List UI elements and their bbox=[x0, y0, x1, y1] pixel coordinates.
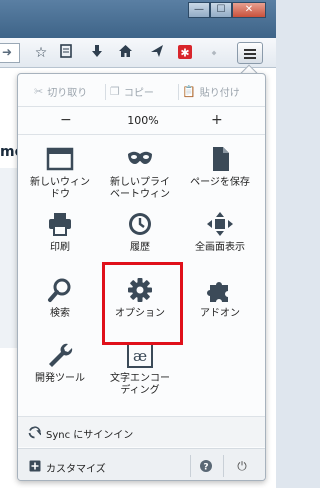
share-icon[interactable] bbox=[148, 44, 166, 62]
zoom-in-button[interactable]: + bbox=[211, 112, 223, 128]
cut-button[interactable]: ✂ 切り取り bbox=[34, 84, 87, 99]
text-encoding-label-2: ディング bbox=[120, 385, 160, 396]
copy-button[interactable]: ❐ コピー bbox=[110, 84, 154, 99]
addon-red-icon[interactable]: ✱ bbox=[176, 44, 194, 62]
menu-new-window[interactable]: 新しいウィン ドウ bbox=[22, 146, 98, 201]
svg-text:æ: æ bbox=[133, 347, 147, 365]
window-controls: — ☐ ✕ bbox=[188, 2, 266, 18]
maximize-button[interactable]: ☐ bbox=[210, 2, 232, 18]
menu-footer: カスタマイズ ? ⏻ bbox=[18, 448, 265, 480]
minimize-button[interactable]: — bbox=[188, 2, 210, 18]
save-page-icon bbox=[213, 147, 229, 171]
text-encoding-label-1: 文字エンコー bbox=[110, 373, 170, 384]
sync-label: Sync にサインイン bbox=[46, 430, 134, 441]
menu-find[interactable]: 検索 bbox=[22, 277, 98, 320]
customize-button[interactable]: カスタマイズ bbox=[18, 449, 168, 480]
copy-icon: ❐ bbox=[110, 85, 120, 98]
clipboard-icon: 📋 bbox=[182, 85, 196, 98]
reading-list-icon[interactable] bbox=[57, 44, 75, 62]
svg-text:?: ? bbox=[203, 463, 208, 473]
copy-label: コピー bbox=[123, 88, 154, 99]
menu-developer[interactable]: 開発ツール bbox=[22, 342, 98, 385]
footer-divider bbox=[223, 455, 224, 477]
menu-history[interactable]: 履歴 bbox=[102, 211, 178, 254]
customize-label: カスタマイズ bbox=[46, 464, 106, 475]
footer-divider bbox=[190, 455, 191, 477]
zoom-controls: − 100% + bbox=[18, 110, 265, 132]
sync-icon bbox=[28, 426, 41, 439]
menu-text-encoding[interactable]: æ 文字エンコー ディング bbox=[102, 342, 178, 397]
svg-text:✱: ✱ bbox=[180, 47, 189, 60]
fullscreen-icon bbox=[207, 212, 233, 236]
history-icon bbox=[129, 213, 151, 235]
download-icon[interactable] bbox=[88, 44, 106, 62]
addons-label: アドオン bbox=[200, 308, 240, 319]
new-window-label-1: 新しいウィン bbox=[30, 177, 90, 188]
print-label: 印刷 bbox=[50, 242, 70, 253]
menu-private-window[interactable]: 新しいプライ ベートウィン bbox=[102, 146, 178, 201]
print-icon bbox=[49, 213, 71, 236]
zoom-reset-button[interactable]: 100% bbox=[118, 114, 168, 127]
power-icon: ⏻ bbox=[237, 459, 247, 473]
open-menu-button[interactable] bbox=[237, 42, 263, 64]
help-icon: ? bbox=[200, 460, 212, 473]
scissors-icon: ✂ bbox=[34, 85, 44, 98]
search-icon bbox=[48, 278, 71, 302]
cut-label: 切り取り bbox=[47, 88, 88, 99]
private-window-label-1: 新しいプライ bbox=[110, 177, 170, 188]
zoom-out-button[interactable]: − bbox=[60, 112, 72, 128]
menu-save-page[interactable]: ページを保存 bbox=[182, 146, 258, 189]
edit-divider bbox=[105, 84, 106, 100]
divider bbox=[18, 106, 265, 107]
menu-panel: ✂ 切り取り ❐ コピー 📋 貼り付け − 100% + 新しいウィン ドウ 新… bbox=[17, 73, 266, 481]
developer-wrench-icon bbox=[49, 343, 73, 367]
plus-square-icon bbox=[29, 460, 41, 472]
window-titlebar: — ☐ ✕ bbox=[0, 0, 276, 38]
star-icon[interactable]: ☆ bbox=[32, 44, 50, 62]
paste-button[interactable]: 📋 貼り付け bbox=[182, 84, 240, 99]
private-window-icon bbox=[128, 151, 152, 164]
edit-divider bbox=[178, 84, 179, 100]
partial-toolbar-icon: ⬩ bbox=[211, 45, 217, 61]
new-window-icon bbox=[46, 147, 74, 171]
menu-addons[interactable]: アドオン bbox=[182, 277, 258, 320]
help-button[interactable]: ? bbox=[193, 454, 219, 478]
find-label: 検索 bbox=[50, 308, 70, 319]
menu-fullscreen[interactable]: 全画面表示 bbox=[182, 211, 258, 254]
fullscreen-label: 全画面表示 bbox=[195, 242, 245, 253]
sync-signin-row[interactable]: Sync にサインイン bbox=[18, 416, 265, 447]
quit-button[interactable]: ⏻ bbox=[229, 454, 255, 478]
navigation-toolbar: ➜ ☆ ✱ ⬩ bbox=[0, 38, 276, 68]
text-encoding-icon: æ bbox=[127, 342, 153, 368]
go-arrow-icon[interactable]: ➜ bbox=[2, 45, 12, 59]
developer-label: 開発ツール bbox=[35, 373, 85, 384]
new-window-label-2: ドウ bbox=[50, 189, 70, 200]
divider bbox=[18, 134, 265, 135]
menu-print[interactable]: 印刷 bbox=[22, 211, 98, 254]
home-icon[interactable] bbox=[116, 44, 134, 62]
save-page-label: ページを保存 bbox=[190, 177, 250, 188]
edit-controls: ✂ 切り取り ❐ コピー 📋 貼り付け bbox=[18, 80, 265, 104]
paste-label: 貼り付け bbox=[199, 88, 240, 99]
private-window-label-2: ベートウィン bbox=[110, 189, 170, 200]
close-button[interactable]: ✕ bbox=[232, 2, 266, 18]
history-label: 履歴 bbox=[130, 242, 150, 253]
url-bar-edge[interactable]: ➜ bbox=[0, 43, 20, 63]
addons-puzzle-icon bbox=[207, 282, 228, 302]
annotation-highlight-box bbox=[102, 262, 183, 345]
